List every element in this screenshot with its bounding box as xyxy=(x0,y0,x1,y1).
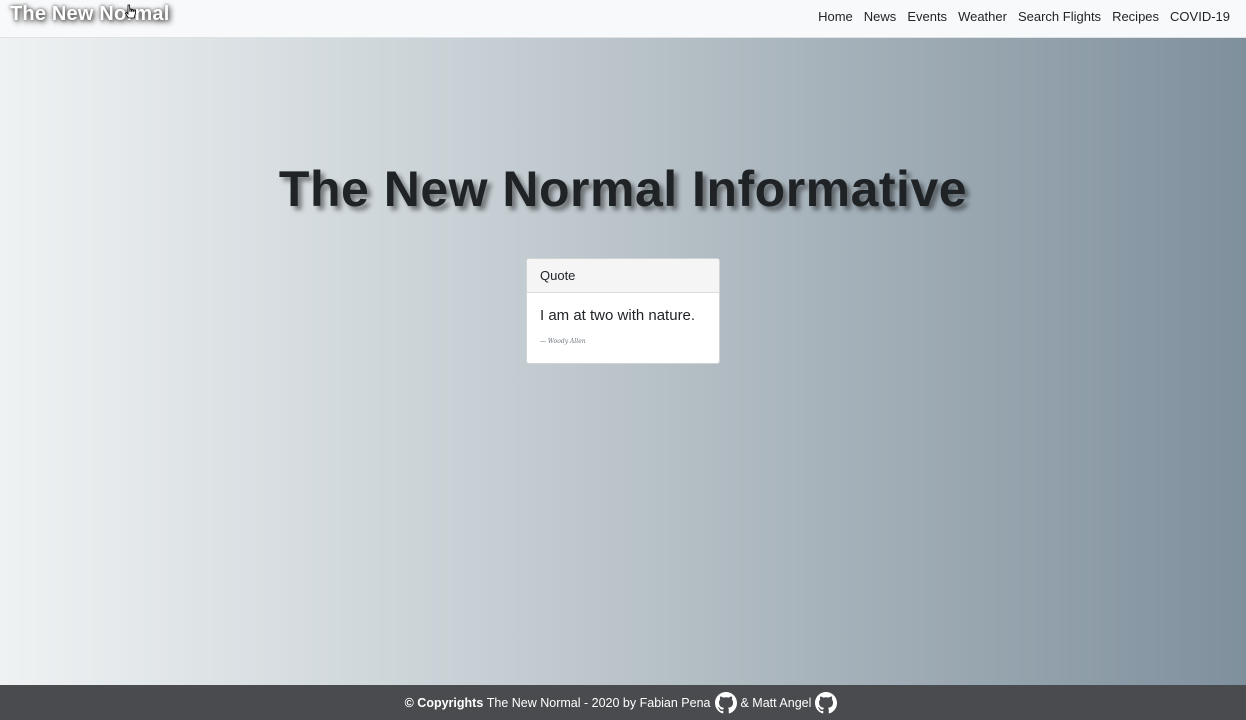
quote-card-body: I am at two with nature. — Woody Allen xyxy=(527,293,719,345)
nav-links: Home News Events Weather Search Flights … xyxy=(818,9,1230,24)
top-navbar: The New Normal Home News Events Weather … xyxy=(0,0,1246,38)
footer-credit-text-2: & Matt Angel xyxy=(740,695,812,710)
nav-link-news[interactable]: News xyxy=(864,9,897,24)
nav-link-events[interactable]: Events xyxy=(907,9,947,24)
github-icon[interactable] xyxy=(815,691,838,714)
nav-link-weather[interactable]: Weather xyxy=(958,9,1007,24)
mouse-cursor-icon xyxy=(125,4,136,19)
nav-link-recipes[interactable]: Recipes xyxy=(1112,9,1159,24)
nav-link-search-flights[interactable]: Search Flights xyxy=(1018,9,1101,24)
github-icon[interactable] xyxy=(714,691,737,714)
quote-card-header: Quote xyxy=(527,259,719,293)
copyright-label: © Copyrights xyxy=(404,695,484,710)
page-title: The New Normal Informative xyxy=(278,161,968,217)
nav-link-covid-19[interactable]: COVID-19 xyxy=(1170,9,1230,24)
footer-credit-text: The New Normal - 2020 by Fabian Pena xyxy=(486,695,711,710)
quote-card: Quote I am at two with nature. — Woody A… xyxy=(526,258,720,364)
quote-text: I am at two with nature. xyxy=(540,307,696,324)
page-footer: © Copyrights The New Normal - 2020 by Fa… xyxy=(0,685,1246,720)
nav-link-home[interactable]: Home xyxy=(818,9,853,24)
brand-logo[interactable]: The New Normal xyxy=(10,3,170,26)
quote-author: — Woody Allen xyxy=(540,338,586,345)
